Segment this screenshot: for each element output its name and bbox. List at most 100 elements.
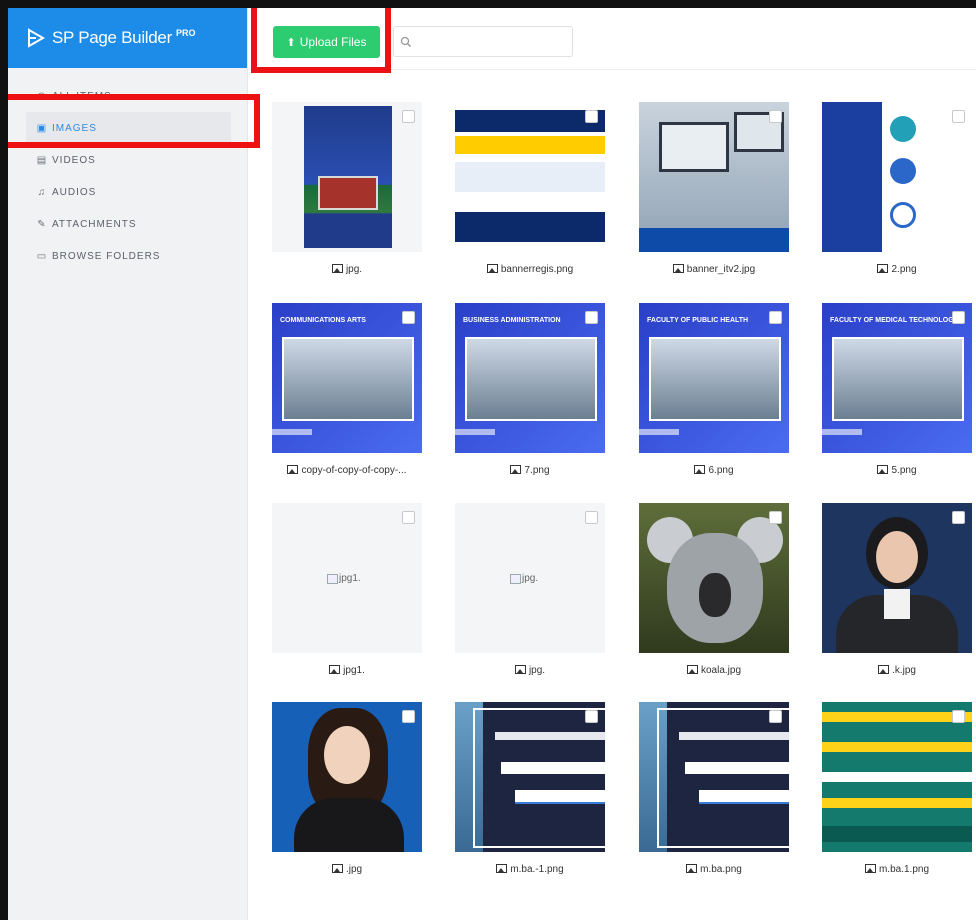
media-grid: jpg. bannerregis.png banner_itv2.jpg 2.p… <box>248 70 976 920</box>
image-icon: ▣ <box>36 122 48 134</box>
media-item[interactable]: koala.jpg <box>639 503 789 679</box>
media-thumbnail[interactable]: jpg1. <box>272 503 422 653</box>
media-item[interactable]: COMMUNICATIONS ARTS copy-of-copy-of-copy… <box>272 303 422 479</box>
select-checkbox[interactable] <box>585 710 598 723</box>
media-thumbnail[interactable]: COMMUNICATIONS ARTS <box>272 303 422 453</box>
select-checkbox[interactable] <box>769 311 782 324</box>
media-item[interactable]: jpg. jpg. <box>455 503 605 679</box>
search-box[interactable] <box>393 26 573 57</box>
sidebar-item-label: BROWSE FOLDERS <box>52 250 161 262</box>
media-thumbnail[interactable] <box>822 503 972 653</box>
media-filename: bannerregis.png <box>455 264 605 278</box>
image-file-icon <box>329 665 341 674</box>
media-filename: m.ba.1.png <box>822 864 972 878</box>
media-thumbnail[interactable] <box>822 102 972 252</box>
sidebar-item-videos[interactable]: ▤ VIDEOS <box>8 144 247 176</box>
media-filename: m.ba.-1.png <box>455 864 605 878</box>
alt-text: jpg. <box>522 573 539 584</box>
media-filename: .jpg <box>272 864 422 878</box>
faculty-title: COMMUNICATIONS ARTS <box>280 317 366 324</box>
media-filename-text: .k.jpg <box>892 665 916 676</box>
select-checkbox[interactable] <box>402 710 415 723</box>
sidebar-item-attachments[interactable]: ✎ ATTACHMENTS <box>8 208 247 240</box>
media-item[interactable]: m.ba.-1.png <box>455 702 605 878</box>
select-checkbox[interactable] <box>402 110 415 123</box>
media-thumbnail[interactable]: FACULTY OF MEDICAL TECHNOLOGY <box>822 303 972 453</box>
select-checkbox[interactable] <box>402 511 415 524</box>
image-file-icon <box>877 465 889 474</box>
media-filename: jpg. <box>272 264 422 278</box>
media-thumbnail[interactable] <box>639 503 789 653</box>
media-item[interactable]: FACULTY OF PUBLIC HEALTH 6.png <box>639 303 789 479</box>
sidebar-nav: ⊘ ALL ITEMS ▣ IMAGES ▤ VIDEOS ♫ AUDIOS ✎ ATTACHME… <box>8 68 247 272</box>
media-item[interactable]: bannerregis.png <box>455 102 605 278</box>
media-filename: 7.png <box>455 465 605 479</box>
broken-image: jpg. <box>510 573 538 584</box>
all-items-icon: ⊘ <box>37 90 47 102</box>
image-file-icon <box>672 264 684 273</box>
media-item[interactable]: jpg. <box>272 102 422 278</box>
select-checkbox[interactable] <box>769 710 782 723</box>
music-icon: ♫ <box>37 186 47 198</box>
media-item[interactable]: .jpg <box>272 702 422 878</box>
screen-border-top <box>0 0 976 8</box>
media-item[interactable]: .k.jpg <box>822 503 972 679</box>
media-thumbnail[interactable] <box>455 702 605 852</box>
media-thumbnail[interactable]: FACULTY OF PUBLIC HEALTH <box>639 303 789 453</box>
image-file-icon <box>686 665 698 674</box>
broken-image: jpg1. <box>327 573 361 584</box>
brand-name: SP Page Builder <box>52 28 172 47</box>
sidebar-item-images[interactable]: ▣ IMAGES <box>26 112 231 144</box>
select-checkbox[interactable] <box>585 110 598 123</box>
media-filename: 5.png <box>822 465 972 479</box>
sidebar-item-label: ATTACHMENTS <box>52 218 137 230</box>
select-checkbox[interactable] <box>952 710 965 723</box>
upload-files-button[interactable]: ⬆ Upload Files <box>273 26 380 58</box>
media-item[interactable]: m.ba.1.png <box>822 702 972 878</box>
media-filename-text: 6.png <box>708 465 734 476</box>
paperclip-icon: ✎ <box>37 218 47 230</box>
media-thumbnail[interactable] <box>639 702 789 852</box>
media-thumbnail[interactable] <box>272 702 422 852</box>
screen-border-left <box>0 0 8 920</box>
media-thumbnail[interactable] <box>455 102 605 252</box>
media-filename-text: m.ba.-1.png <box>510 864 564 875</box>
media-thumbnail[interactable] <box>822 702 972 852</box>
media-filename-text: bannerregis.png <box>500 264 574 275</box>
media-item[interactable]: FACULTY OF MEDICAL TECHNOLOGY 5.png <box>822 303 972 479</box>
select-checkbox[interactable] <box>585 511 598 524</box>
media-item[interactable]: m.ba.png <box>639 702 789 878</box>
media-thumbnail[interactable] <box>639 102 789 252</box>
image-file-icon <box>496 864 508 873</box>
image-file-icon <box>864 864 876 873</box>
select-checkbox[interactable] <box>952 110 965 123</box>
select-checkbox[interactable] <box>585 311 598 324</box>
select-checkbox[interactable] <box>769 511 782 524</box>
media-thumbnail[interactable]: BUSINESS ADMINISTRATION <box>455 303 605 453</box>
upload-files-label: Upload Files <box>299 35 367 49</box>
sp-logo-icon <box>28 28 46 48</box>
faculty-title: FACULTY OF MEDICAL TECHNOLOGY <box>830 317 958 324</box>
select-checkbox[interactable] <box>952 311 965 324</box>
search-input[interactable] <box>418 35 568 48</box>
search-icon <box>400 36 412 47</box>
media-thumbnail[interactable] <box>272 102 422 252</box>
media-item[interactable]: jpg1. jpg1. <box>272 503 422 679</box>
faculty-title: FACULTY OF PUBLIC HEALTH <box>647 317 749 324</box>
media-item[interactable]: 2.png <box>822 102 972 278</box>
media-filename-text: jpg. <box>345 264 363 275</box>
media-filename: banner_itv2.jpg <box>639 264 789 278</box>
media-item[interactable]: BUSINESS ADMINISTRATION 7.png <box>455 303 605 479</box>
sidebar-item-all-items[interactable]: ⊘ ALL ITEMS <box>8 80 247 112</box>
sidebar-item-label: ALL ITEMS <box>52 90 112 102</box>
media-filename: .k.jpg <box>822 665 972 679</box>
select-checkbox[interactable] <box>769 110 782 123</box>
media-thumbnail[interactable]: jpg. <box>455 503 605 653</box>
media-item[interactable]: banner_itv2.jpg <box>639 102 789 278</box>
sidebar-item-audios[interactable]: ♫ AUDIOS <box>8 176 247 208</box>
media-filename-text: m.ba.png <box>700 864 742 875</box>
select-checkbox[interactable] <box>952 511 965 524</box>
select-checkbox[interactable] <box>402 311 415 324</box>
sidebar-item-browse-folders[interactable]: ▭ BROWSE FOLDERS <box>8 240 247 272</box>
image-file-icon <box>686 864 698 873</box>
